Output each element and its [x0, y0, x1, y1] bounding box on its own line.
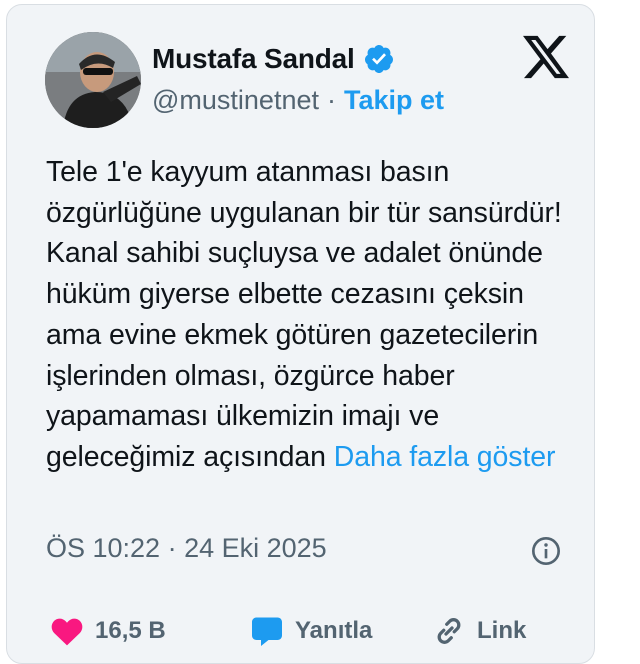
copy-link-action[interactable]: Link: [431, 613, 526, 649]
tweet-text: Tele 1'e kayyum atanması basın özgürlüğü…: [46, 152, 576, 478]
author-handle-row: @mustinetnet · Takip et: [152, 85, 444, 116]
tweet-card: Mustafa Sandal @mustinetnet · Takip et T…: [6, 4, 595, 664]
separator-dot: ·: [326, 85, 336, 115]
like-action[interactable]: 16,5 B: [49, 613, 166, 649]
author-name-row: Mustafa Sandal: [152, 43, 395, 75]
author-handle[interactable]: @mustinetnet: [152, 85, 319, 116]
link-icon: [437, 618, 461, 644]
reply-action[interactable]: Yanıtla: [249, 613, 372, 649]
avatar-image: [45, 32, 141, 128]
author-name[interactable]: Mustafa Sandal: [152, 43, 355, 75]
avatar[interactable]: [45, 32, 141, 128]
info-icon[interactable]: [530, 535, 562, 567]
tweet-timestamp[interactable]: ÖS 10:22 · 24 Eki 2025: [46, 533, 327, 564]
reply-icon: [252, 617, 282, 646]
verified-badge-icon: [364, 45, 393, 73]
reply-label: Yanıtla: [295, 617, 373, 644]
x-logo-icon[interactable]: [523, 35, 569, 79]
show-more-link[interactable]: Daha fazla göster: [334, 441, 556, 473]
action-bar: 16,5 B Yanıtla Link: [49, 609, 589, 649]
heart-icon: [51, 618, 83, 646]
like-count: 16,5 B: [95, 617, 166, 644]
follow-button[interactable]: Takip et: [344, 85, 444, 116]
tweet-body: Tele 1'e kayyum atanması basın özgürlüğü…: [46, 156, 562, 473]
link-label: Link: [477, 617, 527, 644]
